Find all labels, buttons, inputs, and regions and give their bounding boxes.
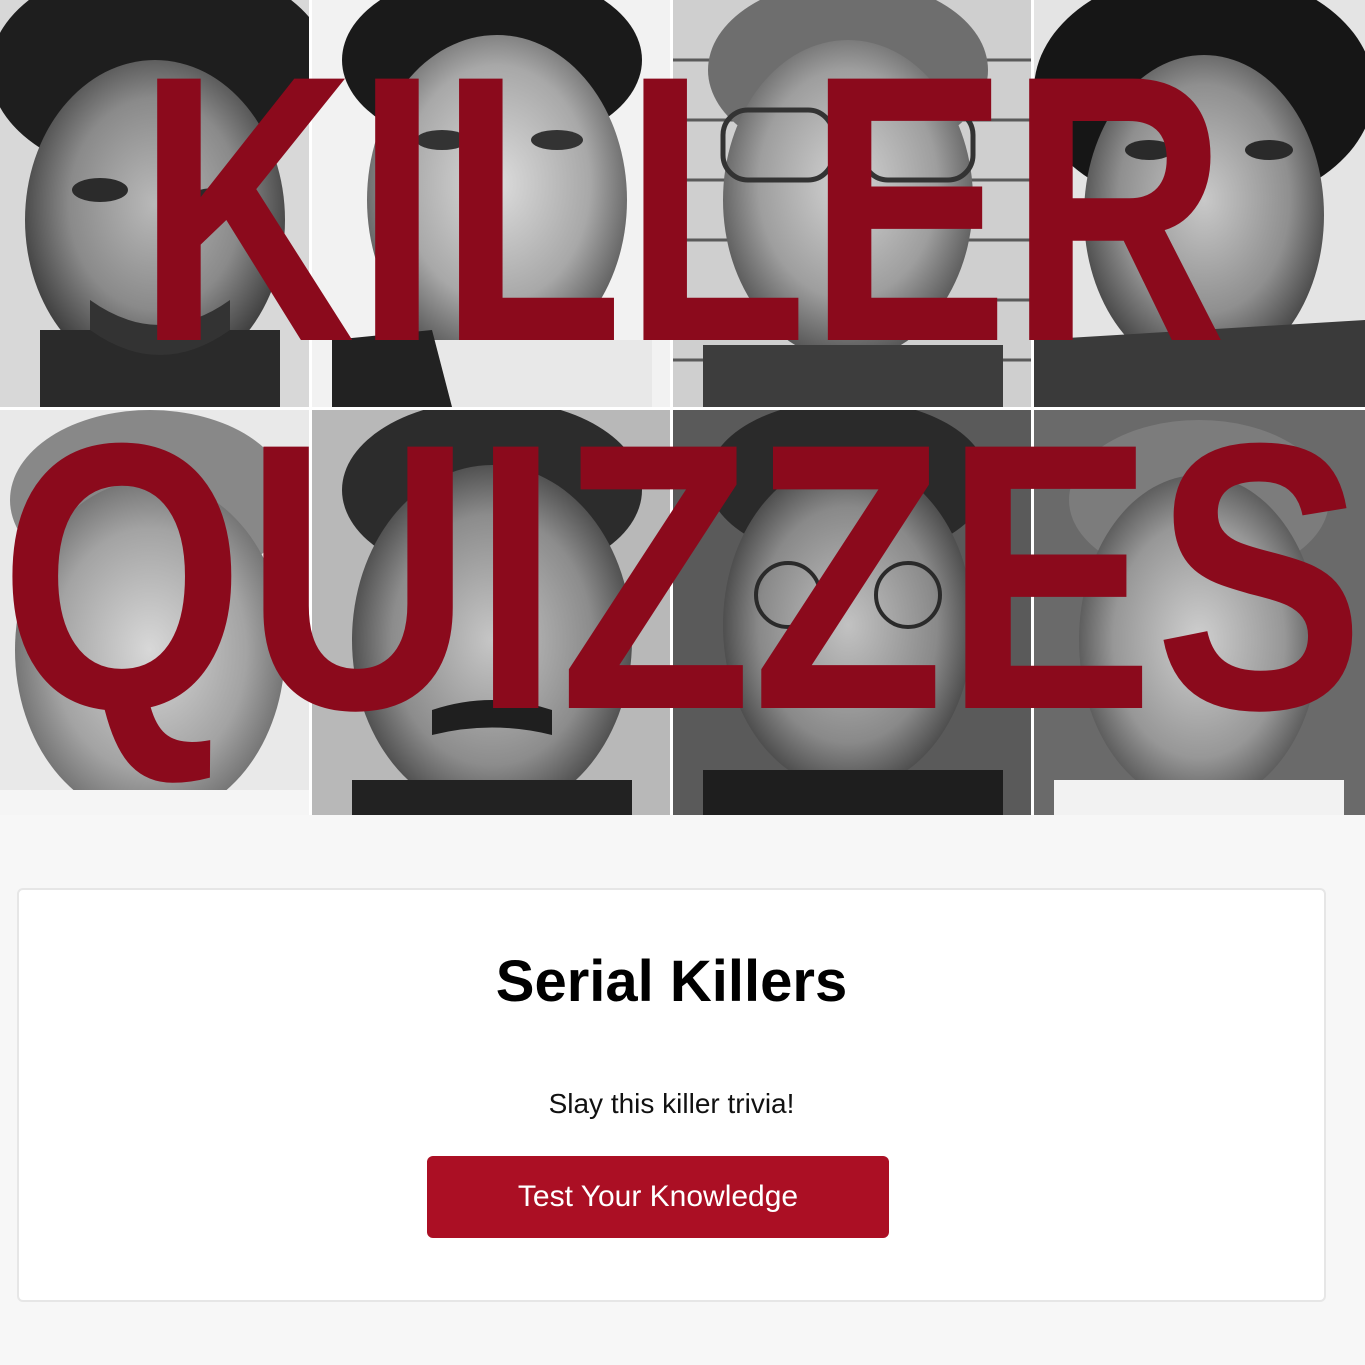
hero-title-line-1: KILLER	[137, 0, 1227, 421]
quiz-card: Serial Killers Slay this killer trivia! …	[17, 888, 1326, 1302]
quiz-title: Serial Killers	[495, 949, 848, 1014]
test-your-knowledge-button[interactable]: Test Your Knowledge	[427, 1156, 889, 1238]
hero-title-line-2: QUIZZES	[0, 364, 1365, 789]
hero-title: KILLER QUIZZES	[0, 0, 1365, 815]
hero-banner: KILLER QUIZZES	[0, 0, 1365, 815]
quiz-subtitle: Slay this killer trivia!	[548, 1088, 795, 1119]
